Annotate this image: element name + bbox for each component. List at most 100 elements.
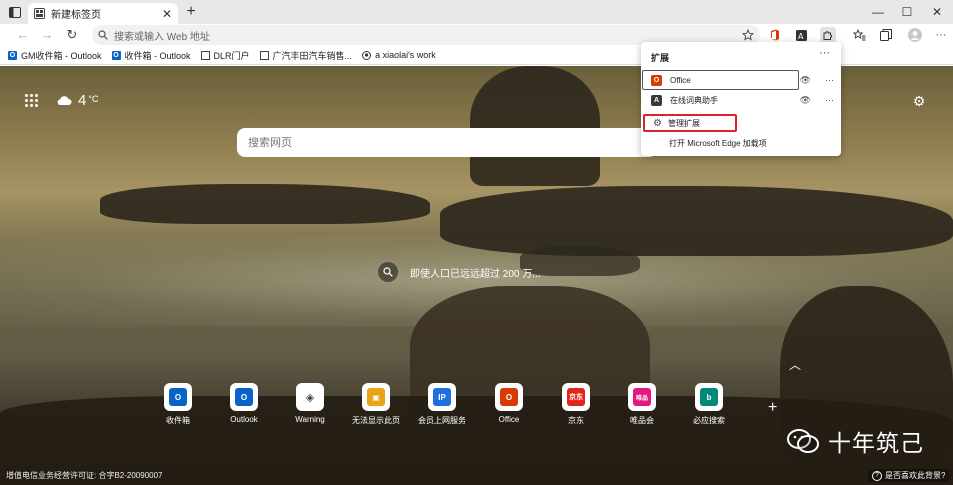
background-rock <box>440 186 953 256</box>
open-addons-link[interactable]: 打开 Microsoft Edge 加载项 <box>669 138 767 149</box>
more-icon[interactable]: ··· <box>825 75 834 85</box>
gear-icon: ⚙ <box>653 117 662 129</box>
extensions-button[interactable] <box>820 27 836 43</box>
popup-title: 扩展 <box>651 53 670 63</box>
quick-link[interactable]: b 必应搜索 <box>679 383 739 426</box>
extensions-popup: 扩展 ··· O Office 👁 ··· A 在线词典助手 👁 ··· ⚙ 管… <box>641 42 841 156</box>
quick-link[interactable]: IP 会员上网服务 <box>412 383 472 426</box>
forward-button[interactable]: → <box>38 26 56 44</box>
watermark: 十年筑己 <box>786 424 924 458</box>
quick-link-icon: O <box>235 388 253 406</box>
favorites-button[interactable] <box>851 27 867 43</box>
quick-link[interactable]: 唯品 唯品会 <box>612 383 672 426</box>
photo-info[interactable]: 即使人口已远远超过 200 万... <box>378 262 541 282</box>
quick-link-label: 唯品会 <box>630 416 654 425</box>
quick-link-icon: ◈ <box>301 388 319 406</box>
tab-strip: 新建标签页 ✕ + — ☐ ✕ <box>0 0 953 24</box>
bookmark-label: DLR门户 <box>213 50 250 61</box>
question-icon: ? <box>872 470 882 481</box>
photo-caption: 即使人口已远远超过 200 万... <box>410 268 541 280</box>
extension-row-dictionary[interactable]: A 在线词典助手 👁 ··· <box>642 90 840 110</box>
quick-link-icon: b <box>700 388 718 406</box>
quick-link[interactable]: O 收件箱 <box>148 383 208 426</box>
dictionary-icon: A <box>651 94 662 106</box>
puzzle-icon <box>823 31 833 40</box>
photo-search-icon <box>378 262 398 282</box>
quick-link-label: 京东 <box>568 416 584 425</box>
quick-link[interactable]: ▣ 无法显示此页 <box>346 383 406 426</box>
quick-link-label: 无法显示此页 <box>352 416 400 425</box>
quick-link[interactable]: O Outlook <box>214 383 274 424</box>
settings-more-button[interactable]: ··· <box>933 27 949 43</box>
extension-name: 在线词典助手 <box>670 95 718 105</box>
profile-button[interactable] <box>907 27 923 43</box>
quick-link-label: Office <box>498 415 520 424</box>
web-search-box[interactable] <box>237 128 657 157</box>
wechat-icon <box>787 429 819 453</box>
tab-new-tab[interactable]: 新建标签页 ✕ <box>28 3 178 24</box>
page-settings-icon[interactable]: ⚙ <box>911 93 927 109</box>
quick-link-icon: O <box>500 388 518 406</box>
office-extension-button[interactable] <box>766 27 782 43</box>
app-launcher-icon[interactable] <box>25 94 39 108</box>
bookmark-label: 广汽丰田汽车销售... <box>272 50 353 61</box>
chevron-up-icon[interactable]: ︿ <box>789 356 801 373</box>
popup-more-icon[interactable]: ··· <box>819 47 830 59</box>
weather-widget[interactable]: 4 °C <box>56 92 98 109</box>
bookmark-item[interactable]: 广汽丰田汽车销售... <box>259 49 353 62</box>
eye-icon[interactable]: 👁 <box>800 75 811 86</box>
back-button[interactable]: ← <box>14 26 32 44</box>
bookmark-item[interactable]: O GM收件箱 - Outlook <box>8 49 102 62</box>
license-text[interactable]: 增值电信业务经营许可证: 合字B2-20090007 <box>6 470 163 481</box>
bookmark-item[interactable]: DLR门户 <box>200 49 250 62</box>
minimize-button[interactable]: — <box>868 3 888 21</box>
new-tab-button[interactable]: + <box>182 3 200 21</box>
tab-title: 新建标签页 <box>51 10 101 21</box>
dictionary-extension-button[interactable]: A <box>793 27 809 43</box>
tab-close-icon[interactable]: ✕ <box>162 7 172 21</box>
bookmark-item[interactable]: a xiaolai's work <box>362 50 436 60</box>
refresh-button[interactable]: ↻ <box>63 26 81 44</box>
quick-link-label: Outlook <box>230 415 258 424</box>
quick-link-icon: IP <box>433 388 451 406</box>
svg-text:A: A <box>798 32 804 41</box>
new-tab-page-icon <box>34 8 45 19</box>
favorites-icon <box>852 29 865 41</box>
close-window-button[interactable]: ✕ <box>927 3 947 21</box>
office-icon <box>770 29 779 41</box>
bookmark-label: 收件箱 - Outlook <box>124 50 191 61</box>
manage-extensions-label: 管理扩展 <box>667 118 700 128</box>
background-rock <box>100 184 430 224</box>
quick-link[interactable]: ◈ Warning <box>280 383 340 424</box>
quick-link[interactable]: O Office <box>479 383 539 424</box>
address-placeholder: 搜索或输入 Web 地址 <box>114 31 210 43</box>
outlook-icon: O <box>111 50 121 60</box>
quick-link-label: 必应搜索 <box>693 416 725 425</box>
bookmark-label: GM收件箱 - Outlook <box>21 50 102 61</box>
tab-actions-icon <box>9 6 21 18</box>
more-icon[interactable]: ··· <box>825 95 834 105</box>
search-input[interactable] <box>248 136 657 149</box>
dictionary-icon: A <box>795 29 807 41</box>
page-icon <box>200 50 210 60</box>
quick-link[interactable]: 京东 京东 <box>546 383 606 426</box>
bookmark-item[interactable]: O 收件箱 - Outlook <box>111 49 191 62</box>
page-icon <box>259 50 269 60</box>
temperature: 4 <box>78 92 87 109</box>
tab-actions-button[interactable] <box>6 4 24 20</box>
maximize-button[interactable]: ☐ <box>897 3 917 21</box>
quick-link-label: 收件箱 <box>166 416 190 425</box>
add-quick-link-button[interactable]: + <box>768 399 777 417</box>
collections-button[interactable] <box>878 27 894 43</box>
like-background-label: 是否喜欢此背景? <box>885 471 946 480</box>
favorite-add-icon[interactable] <box>742 29 754 41</box>
quick-link-icon: O <box>169 388 187 406</box>
quick-link-label: Warning <box>295 415 325 424</box>
eye-icon[interactable]: 👁 <box>800 95 811 106</box>
manage-extensions-button[interactable]: ⚙ 管理扩展 <box>643 114 737 132</box>
quick-link-label: 会员上网服务 <box>418 416 466 425</box>
like-background-button[interactable]: ? 是否喜欢此背景? <box>868 469 950 482</box>
cloud-icon <box>57 96 72 105</box>
collections-icon <box>880 29 892 41</box>
extension-row-office[interactable]: O Office 👁 ··· <box>642 70 840 90</box>
